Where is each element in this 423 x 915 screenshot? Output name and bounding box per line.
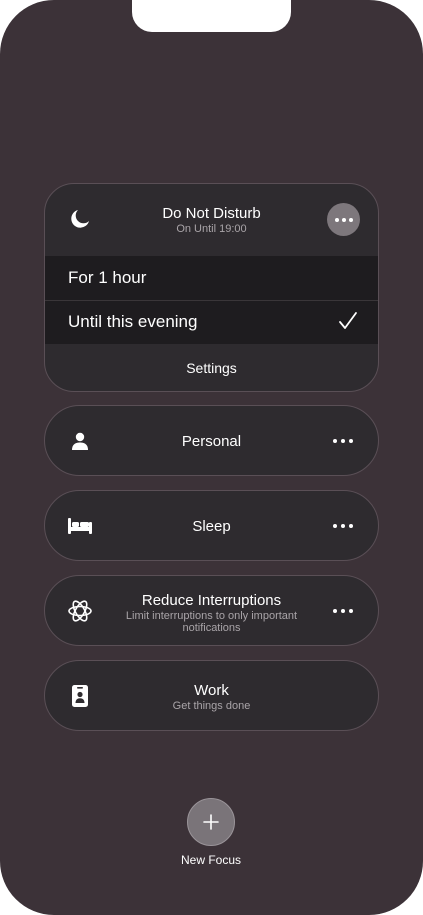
focus-title: Sleep [192,518,231,535]
dnd-settings-button[interactable]: Settings [45,344,378,391]
focus-reduce-interruptions[interactable]: Reduce Interruptions Limit interruptions… [44,575,379,646]
dnd-subtitle: On Until 19:00 [176,223,247,235]
dnd-card: Do Not Disturb On Until 19:00 For 1 hour… [44,183,379,392]
new-focus-button[interactable] [187,798,235,846]
focus-personal[interactable]: Personal [44,405,379,476]
plus-icon [203,814,219,830]
divider [45,300,378,301]
focus-subtitle: Get things done [172,700,251,712]
dnd-more-button[interactable] [327,203,360,236]
focus-title: Reduce Interruptions [141,592,282,609]
notch [132,0,291,32]
dnd-option-until-evening[interactable]: Until this evening [45,300,378,344]
dnd-option-1-hour[interactable]: For 1 hour [45,256,378,300]
phone-screen: Do Not Disturb On Until 19:00 For 1 hour… [0,0,423,915]
focus-subtitle: Limit interruptions to only important no… [125,610,298,634]
option-label: For 1 hour [68,268,147,287]
dnd-header[interactable]: Do Not Disturb On Until 19:00 [45,184,378,256]
reduce-interruptions-more-button[interactable] [330,598,356,624]
ellipsis-icon [333,609,353,613]
sleep-more-button[interactable] [330,513,356,539]
focus-sleep[interactable]: Sleep [44,490,379,561]
option-label: Until this evening [68,312,198,331]
focus-title: Work [194,682,229,699]
personal-more-button[interactable] [330,428,356,454]
ellipsis-icon [334,217,353,222]
focus-title: Personal [181,433,242,450]
ellipsis-icon [333,439,353,443]
new-focus-label: New Focus [180,853,242,867]
ellipsis-icon [333,524,353,528]
focus-work[interactable]: Work Get things done [44,660,379,731]
checkmark-icon [339,312,357,329]
